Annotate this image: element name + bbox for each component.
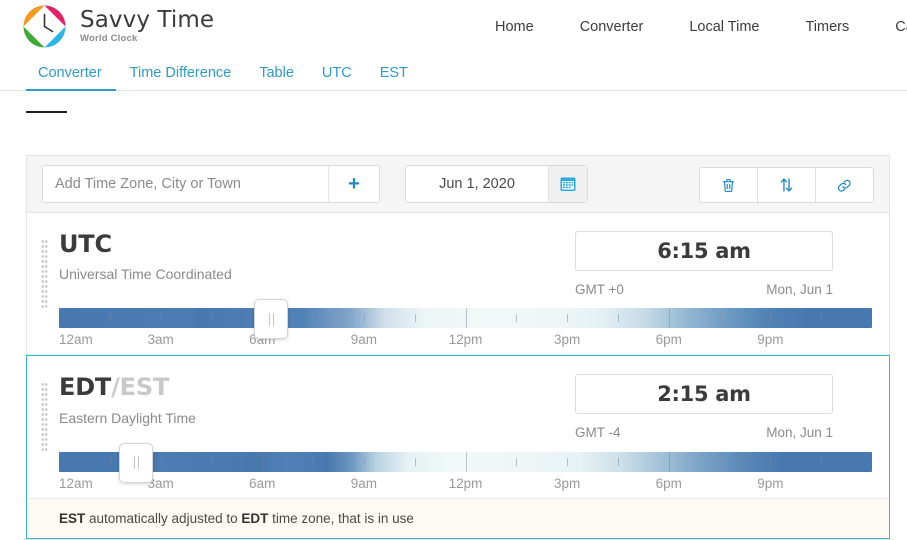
timezone-row-edt[interactable]: EDT/EST Eastern Daylight Time 2:15 am GM… <box>26 355 890 539</box>
date-picker-group: Jun 1, 2020 <box>405 165 588 203</box>
tick-label: 6pm <box>655 332 682 348</box>
date-value[interactable]: Jun 1, 2020 <box>406 166 548 202</box>
slider-tick-labels: 12am 3am 6am 9am 12pm 3pm 6pm 9pm <box>59 332 872 350</box>
nav-item-converter[interactable]: Converter <box>557 19 667 35</box>
time-input[interactable]: 2:15 am <box>575 374 833 415</box>
drag-handle-icon[interactable] <box>41 239 48 309</box>
timezone-row-utc[interactable]: UTC Universal Time Coordinated 6:15 am G… <box>27 213 889 356</box>
tab-est[interactable]: EST <box>366 65 422 90</box>
clock-logo-icon <box>22 4 67 49</box>
slider-track[interactable] <box>59 451 872 472</box>
time-slider-utc[interactable]: 12am 3am 6am 9am 12pm 3pm 6pm 9pm <box>59 299 872 354</box>
timezone-search-group: + <box>42 165 380 203</box>
converter-panel: + Jun 1, 2020 <box>26 155 890 540</box>
tab-table[interactable]: Table <box>245 65 308 90</box>
slider-track[interactable] <box>59 308 872 329</box>
site-header: Savvy Time World Clock Home Converter Lo… <box>0 0 907 53</box>
tick-label: 12pm <box>448 332 483 348</box>
timezone-clock-group: 6:15 am GMT +0 Mon, Jun 1 <box>575 231 833 297</box>
tick-label: 9am <box>350 332 378 348</box>
gmt-offset: GMT +0 <box>575 282 624 297</box>
savvy-time-page: Savvy Time World Clock Home Converter Lo… <box>0 0 907 540</box>
slider-handle[interactable] <box>119 442 154 483</box>
content-rule <box>26 111 67 113</box>
tick-label: 9am <box>350 475 378 491</box>
search-input[interactable] <box>43 166 328 202</box>
notice-text-mid: automatically adjusted to <box>85 510 242 526</box>
brand-subtitle: World Clock <box>80 33 138 45</box>
tick-label: 3pm <box>553 332 581 348</box>
timezone-clock-group: 2:15 am GMT -4 Mon, Jun 1 <box>575 374 833 440</box>
tick-label: 9pm <box>757 475 784 491</box>
nav-item-local-time[interactable]: Local Time <box>666 19 782 35</box>
primary-nav: Home Converter Local Time Timers Calenda… <box>472 0 907 53</box>
drag-handle-icon[interactable] <box>41 382 48 453</box>
sort-updown-icon[interactable] <box>758 168 816 202</box>
nav-item-calendar[interactable]: Calendar <box>872 19 907 35</box>
link-icon[interactable] <box>816 168 873 202</box>
tick-label: 6am <box>249 475 276 491</box>
tab-utc[interactable]: UTC <box>308 65 366 90</box>
timezone-abbr-primary: EDT <box>59 373 112 402</box>
dst-notice: EST automatically adjusted to EDT time z… <box>27 497 889 538</box>
notice-to-zone: EDT <box>241 510 269 526</box>
nav-item-home[interactable]: Home <box>472 19 557 35</box>
converter-toolbar: + Jun 1, 2020 <box>27 156 889 213</box>
trash-icon[interactable] <box>700 168 758 202</box>
calendar-icon[interactable] <box>548 166 587 202</box>
tick-label: 3pm <box>553 475 581 491</box>
zone-date: Mon, Jun 1 <box>766 282 833 297</box>
plus-icon[interactable]: + <box>328 166 379 202</box>
nav-item-timers[interactable]: Timers <box>782 19 872 35</box>
toolbar-action-buttons <box>699 167 874 203</box>
slider-handle[interactable] <box>254 299 289 340</box>
slider-tick-labels: 12am 3am 6am 9am 12pm 3pm 6pm 9pm <box>59 476 872 494</box>
tick-label: 12am <box>59 475 93 491</box>
tick-label: 6pm <box>655 475 682 491</box>
tab-converter[interactable]: Converter <box>26 65 116 91</box>
tick-label: 12pm <box>448 475 483 491</box>
time-input[interactable]: 6:15 am <box>575 231 833 271</box>
tab-time-difference[interactable]: Time Difference <box>116 65 246 90</box>
notice-text-end: time zone, that is in use <box>268 510 414 526</box>
tick-label: 12am <box>59 332 93 348</box>
tick-label: 9pm <box>757 332 784 348</box>
section-tabs: Converter Time Difference Table UTC EST <box>0 53 907 91</box>
timezone-abbr-primary: UTC <box>59 230 112 258</box>
timezone-abbr-alt: /EST <box>111 373 170 402</box>
tick-label: 3am <box>147 332 174 348</box>
brand-title: Savvy Time <box>80 7 215 34</box>
brand-logo-link[interactable]: Savvy Time World Clock <box>0 4 214 49</box>
zone-date: Mon, Jun 1 <box>766 425 833 441</box>
notice-from-zone: EST <box>59 510 86 526</box>
gmt-offset: GMT -4 <box>575 425 621 441</box>
time-slider-edt[interactable]: 12am 3am 6am 9am 12pm 3pm 6pm 9pm <box>59 442 872 498</box>
